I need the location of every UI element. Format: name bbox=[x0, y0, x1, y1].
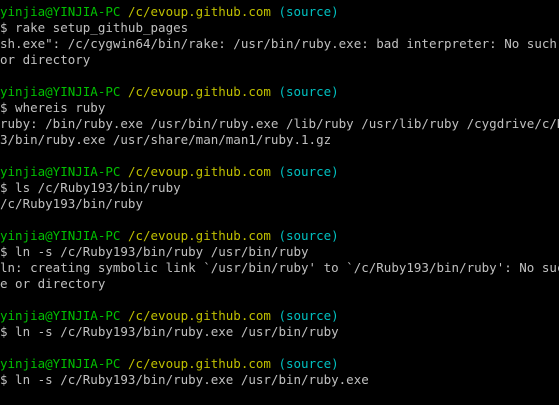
prompt-path: /c/evoup.github.com bbox=[127, 228, 271, 243]
output-line: sh.exe": /c/cygwin64/bin/rake: /usr/bin/… bbox=[0, 36, 559, 51]
prompt-line: yinjia@YINJIA-PC /c/evoup.github.com (so… bbox=[0, 4, 559, 20]
prompt-line: yinjia@YINJIA-PC /c/evoup.github.com (so… bbox=[0, 164, 559, 180]
prompt-branch: (source) bbox=[278, 164, 339, 179]
terminal-window[interactable]: yinjia@YINJIA-PC /c/evoup.github.com (so… bbox=[0, 0, 559, 405]
prompt-path: /c/evoup.github.com bbox=[127, 4, 271, 19]
prompt-branch: (source) bbox=[278, 308, 339, 323]
prompt-user: yinjia@YINJIA-PC bbox=[0, 356, 121, 371]
prompt-user: yinjia@YINJIA-PC bbox=[0, 308, 121, 323]
command-line: $ ls /c/Ruby193/bin/ruby bbox=[0, 180, 181, 195]
output-line: ln: creating symbolic link `/usr/bin/rub… bbox=[0, 260, 559, 275]
prompt-path: /c/evoup.github.com bbox=[127, 84, 271, 99]
prompt-path: /c/evoup.github.com bbox=[127, 164, 271, 179]
prompt-branch: (source) bbox=[278, 4, 339, 19]
prompt-line: yinjia@YINJIA-PC /c/evoup.github.com (so… bbox=[0, 84, 559, 100]
output-line: or directory bbox=[0, 52, 91, 67]
prompt-path: /c/evoup.github.com bbox=[127, 308, 271, 323]
prompt-user: yinjia@YINJIA-PC bbox=[0, 228, 121, 243]
prompt-path: /c/evoup.github.com bbox=[127, 356, 271, 371]
prompt-user: yinjia@YINJIA-PC bbox=[0, 84, 121, 99]
command-line: $ whereis ruby bbox=[0, 100, 106, 115]
prompt-line: yinjia@YINJIA-PC /c/evoup.github.com (so… bbox=[0, 356, 559, 372]
output-line: e or directory bbox=[0, 276, 106, 291]
prompt-branch: (source) bbox=[278, 356, 339, 371]
prompt-user: yinjia@YINJIA-PC bbox=[0, 4, 121, 19]
prompt-user: yinjia@YINJIA-PC bbox=[0, 164, 121, 179]
prompt-branch: (source) bbox=[278, 228, 339, 243]
command-line: $ ln -s /c/Ruby193/bin/ruby.exe /usr/bin… bbox=[0, 372, 369, 387]
output-line: ruby: /bin/ruby.exe /usr/bin/ruby.exe /l… bbox=[0, 116, 559, 131]
command-line: $ ln -s /c/Ruby193/bin/ruby.exe /usr/bin… bbox=[0, 324, 339, 339]
output-line: 3/bin/ruby.exe /usr/share/man/man1/ruby.… bbox=[0, 132, 332, 147]
output-line: /c/Ruby193/bin/ruby bbox=[0, 196, 143, 211]
prompt-line: yinjia@YINJIA-PC /c/evoup.github.com (so… bbox=[0, 308, 559, 324]
prompt-branch: (source) bbox=[278, 84, 339, 99]
prompt-line: yinjia@YINJIA-PC /c/evoup.github.com (so… bbox=[0, 228, 559, 244]
command-line: $ ln -s /c/Ruby193/bin/ruby /usr/bin/rub… bbox=[0, 244, 309, 259]
command-line: $ rake setup_github_pages bbox=[0, 20, 189, 35]
